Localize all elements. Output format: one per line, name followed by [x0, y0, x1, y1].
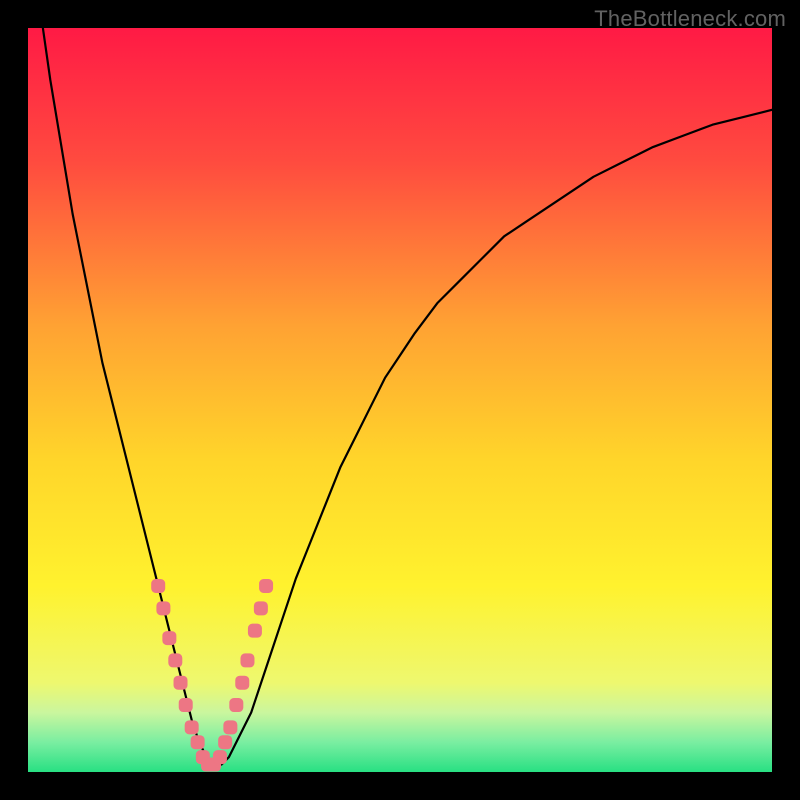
data-marker [224, 721, 237, 734]
data-marker [179, 699, 192, 712]
plot-area [28, 28, 772, 772]
watermark-text: TheBottleneck.com [594, 6, 786, 32]
data-marker [241, 654, 254, 667]
chart-frame: TheBottleneck.com [0, 0, 800, 800]
data-marker [163, 632, 176, 645]
data-marker [219, 736, 232, 749]
data-marker [157, 602, 170, 615]
bottleneck-curve [43, 28, 772, 765]
data-marker [169, 654, 182, 667]
data-marker [191, 736, 204, 749]
data-marker [254, 602, 267, 615]
curve-layer [28, 28, 772, 772]
data-marker [174, 676, 187, 689]
data-marker [213, 751, 226, 764]
data-marker [152, 580, 165, 593]
data-marker [236, 676, 249, 689]
data-marker [230, 699, 243, 712]
data-marker [248, 624, 261, 637]
data-marker [185, 721, 198, 734]
data-marker [260, 580, 273, 593]
